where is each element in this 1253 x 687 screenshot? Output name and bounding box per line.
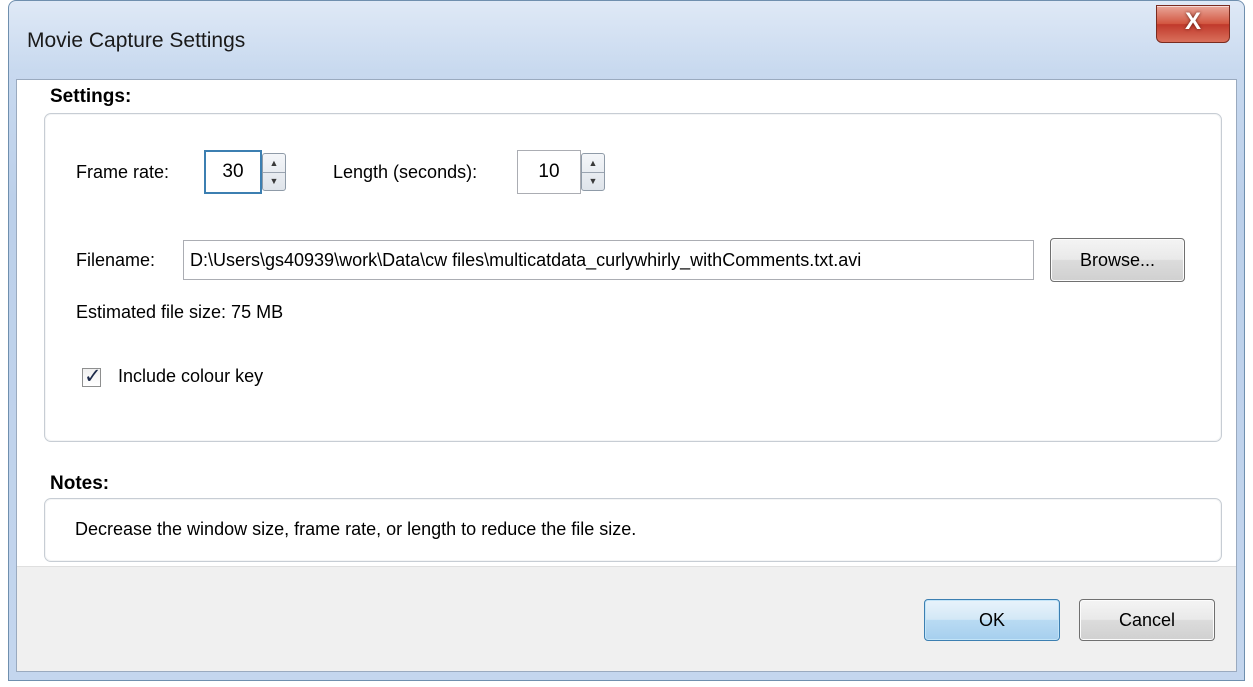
filename-input[interactable]: D:\Users\gs40939\work\Data\cw files\mult… (183, 240, 1034, 280)
close-button[interactable]: X (1156, 5, 1230, 43)
frame-rate-spin-buttons: ▲ ▼ (262, 153, 286, 191)
frame-rate-label: Frame rate: (76, 162, 170, 182)
checkmark-icon: ✓ (84, 365, 102, 388)
frame-rate-input[interactable]: 30 (204, 150, 262, 194)
browse-button[interactable]: Browse... (1050, 238, 1185, 282)
arrow-down-icon[interactable]: ▼ (582, 172, 604, 190)
estimated-file-size: Estimated file size: 75 MB (76, 302, 284, 322)
include-colour-key-label[interactable]: Include colour key (118, 366, 263, 387)
title-bar[interactable]: Movie Capture Settings X (9, 1, 1244, 79)
filename-label: Filename: (76, 250, 156, 270)
frame-rate-spinner[interactable]: 30 ▲ ▼ (204, 150, 294, 194)
length-input[interactable]: 10 (517, 150, 581, 194)
dialog-client-area: Settings: Frame rate: 30 ▲ ▼ Length (sec… (16, 79, 1237, 672)
ok-button[interactable]: OK (924, 599, 1060, 641)
settings-heading: Settings: (50, 86, 132, 107)
close-icon: X (1184, 8, 1201, 35)
movie-capture-dialog: Movie Capture Settings X Settings: Frame… (8, 0, 1245, 681)
length-spinner[interactable]: 10 ▲ ▼ (517, 150, 612, 194)
notes-text: Decrease the window size, frame rate, or… (75, 519, 637, 539)
arrow-up-icon[interactable]: ▲ (263, 154, 285, 173)
arrow-up-icon[interactable]: ▲ (582, 154, 604, 173)
notes-group: Decrease the window size, frame rate, or… (44, 498, 1222, 562)
cancel-button[interactable]: Cancel (1079, 599, 1215, 641)
arrow-down-icon[interactable]: ▼ (263, 172, 285, 190)
notes-heading: Notes: (50, 473, 110, 494)
settings-group: Frame rate: 30 ▲ ▼ Length (seconds): 10 … (44, 113, 1222, 442)
dialog-footer: OK Cancel (17, 566, 1236, 671)
window-title: Movie Capture Settings (27, 29, 246, 52)
length-label: Length (seconds): (333, 162, 478, 182)
include-colour-key-checkbox[interactable]: ✓ (82, 365, 102, 388)
length-spin-buttons: ▲ ▼ (581, 153, 605, 191)
